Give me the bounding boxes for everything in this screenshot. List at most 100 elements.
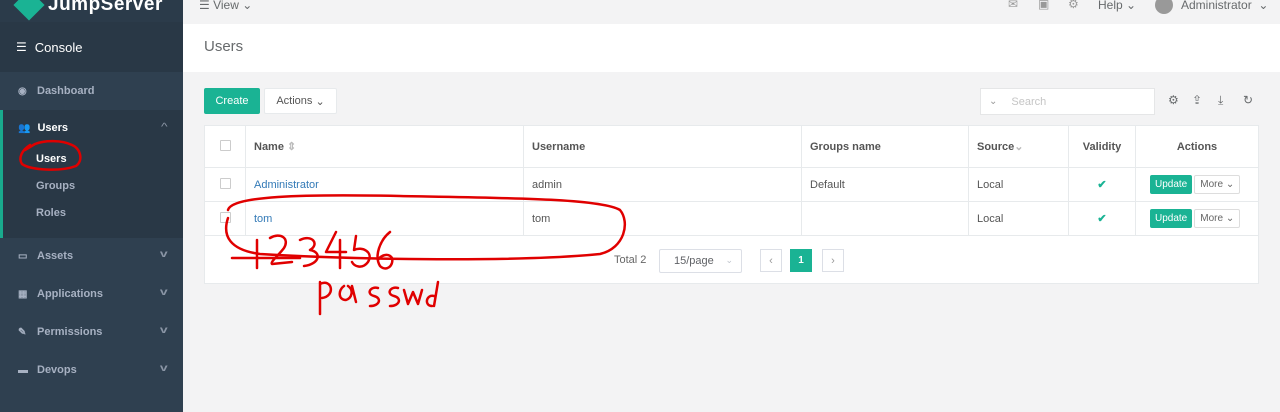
view-menu[interactable]: ☰ View ⌄: [199, 0, 252, 12]
avatar: [1155, 0, 1173, 14]
select-all-cell: [204, 125, 246, 168]
cell-username: admin: [523, 167, 802, 202]
sidebar: JumpServer ☰ Console ◉ Dashboard 👥 Users…: [0, 0, 183, 412]
hdd-icon: ▭: [18, 250, 28, 262]
page-header: Users: [183, 24, 1280, 72]
more-dropdown[interactable]: More ⌄: [1194, 175, 1241, 194]
chevron-down-icon: ⌄: [725, 255, 733, 265]
table-row: tom tom Local ✔ Update More ⌄: [204, 201, 1259, 236]
handwriting-word: [318, 280, 440, 316]
users-icon: 👥: [18, 122, 31, 134]
chevron-down-icon: ⌄: [1014, 141, 1024, 153]
column-label: Source: [977, 141, 1015, 153]
column-username: Username: [523, 125, 802, 168]
column-name[interactable]: Name ⇕: [245, 125, 524, 168]
settings-icon[interactable]: ⚙: [1168, 93, 1179, 107]
cell-username: tom: [523, 201, 802, 236]
more-dropdown[interactable]: More ⌄: [1194, 209, 1241, 228]
view-label: View: [213, 0, 239, 12]
mail-icon[interactable]: ✉: [1008, 0, 1018, 11]
terminal-icon: ▬: [18, 364, 28, 376]
update-button[interactable]: Update: [1150, 175, 1193, 194]
actions-label: Actions: [276, 95, 313, 107]
refresh-icon[interactable]: ↻: [1243, 93, 1253, 107]
search-box[interactable]: ⌄: [980, 88, 1155, 115]
user-name-link[interactable]: tom: [254, 213, 272, 225]
dashboard-icon: ◉: [18, 85, 27, 97]
page-size-value: 15/page: [674, 255, 714, 267]
pagination-total: Total 2: [614, 254, 647, 266]
sidebar-subitem-users[interactable]: Users: [36, 153, 67, 165]
chevron-down-icon: v: [160, 287, 169, 298]
sidebar-item-applications[interactable]: ▦ Applications v: [0, 275, 183, 313]
chevron-down-icon: v: [160, 325, 169, 336]
page-number-current[interactable]: 1: [790, 249, 812, 272]
help-label: Help: [1098, 0, 1123, 12]
sidebar-group-users: 👥 Users ^ Users Groups Roles: [0, 110, 183, 238]
user-name-link[interactable]: Administrator: [254, 179, 319, 191]
user-name: Administrator: [1181, 0, 1252, 12]
gear-icon[interactable]: ⚙: [1068, 0, 1079, 11]
row-select-cell: [204, 167, 246, 202]
row-checkbox[interactable]: [219, 211, 231, 223]
next-page-button[interactable]: ›: [822, 249, 844, 272]
page-size-select[interactable]: 15/page ⌄: [659, 249, 742, 273]
sidebar-item-label: Dashboard: [37, 85, 95, 97]
column-actions: Actions: [1135, 125, 1259, 168]
table-header-row: Name ⇕ Username Groups name Source⌄ Vali…: [204, 125, 1259, 168]
actions-dropdown[interactable]: Actions ⌄: [264, 88, 337, 114]
check-icon: ✔: [1097, 179, 1107, 191]
search-input[interactable]: [1011, 95, 1142, 108]
cell-validity: ✔: [1068, 167, 1136, 202]
users-table: Name ⇕ Username Groups name Source⌄ Vali…: [204, 125, 1259, 236]
cell-groups: [801, 201, 969, 236]
select-all-checkbox[interactable]: [219, 139, 231, 151]
chevron-down-icon: v: [160, 363, 169, 374]
cell-source: Local: [968, 201, 1069, 236]
sidebar-item-assets[interactable]: ▭ Assets v: [0, 237, 183, 275]
jumpserver-logo-icon: [13, 0, 45, 21]
chevron-up-icon: ^: [161, 122, 168, 133]
sidebar-subitem-groups[interactable]: Groups: [36, 180, 75, 192]
column-source[interactable]: Source⌄: [968, 125, 1069, 168]
sliders-icon: ☰: [16, 40, 27, 54]
edit-icon: ✎: [18, 326, 27, 338]
sidebar-subitem-roles[interactable]: Roles: [36, 207, 66, 219]
column-groups: Groups name: [801, 125, 969, 168]
cell-source: Local: [968, 167, 1069, 202]
sidebar-item-dashboard[interactable]: ◉ Dashboard: [0, 72, 183, 110]
cell-name: tom: [245, 201, 524, 236]
cell-actions: Update More ⌄: [1135, 201, 1259, 236]
create-button[interactable]: Create: [204, 88, 260, 114]
grid-icon: ▦: [18, 288, 28, 300]
check-icon: ✔: [1097, 213, 1107, 225]
upload-icon[interactable]: ⇪: [1192, 93, 1202, 107]
download-icon[interactable]: ⤓: [1218, 93, 1223, 108]
help-menu[interactable]: Help ⌄: [1098, 0, 1136, 12]
column-validity: Validity: [1068, 125, 1136, 168]
row-select-cell: [204, 201, 246, 236]
logo-text: JumpServer: [48, 0, 163, 15]
sidebar-item-label: Permissions: [37, 326, 103, 338]
chevron-down-icon: ⌄: [989, 96, 998, 107]
sidebar-item-devops[interactable]: ▬ Devops v: [0, 351, 183, 389]
logo[interactable]: JumpServer: [0, 0, 183, 22]
sidebar-item-users[interactable]: 👥 Users: [18, 122, 68, 134]
column-label: Name: [254, 141, 284, 153]
web-terminal-icon[interactable]: ▣: [1038, 0, 1049, 11]
table-row: Administrator admin Default Local ✔ Upda…: [204, 167, 1259, 202]
more-label: More: [1200, 213, 1224, 224]
page-title: Users: [204, 38, 244, 55]
sidebar-item-permissions[interactable]: ✎ Permissions v: [0, 313, 183, 351]
sidebar-item-label: Assets: [37, 250, 74, 262]
cell-groups: Default: [801, 167, 969, 202]
prev-page-button[interactable]: ‹: [760, 249, 782, 272]
update-button[interactable]: Update: [1150, 209, 1193, 228]
user-menu[interactable]: Administrator ⌄: [1155, 0, 1268, 14]
sidebar-item-label: Devops: [37, 364, 77, 376]
row-checkbox[interactable]: [219, 177, 231, 189]
cell-validity: ✔: [1068, 201, 1136, 236]
sidebar-item-label: Applications: [37, 288, 104, 300]
console-button[interactable]: ☰ Console: [0, 22, 183, 72]
cell-actions: Update More ⌄: [1135, 167, 1259, 202]
